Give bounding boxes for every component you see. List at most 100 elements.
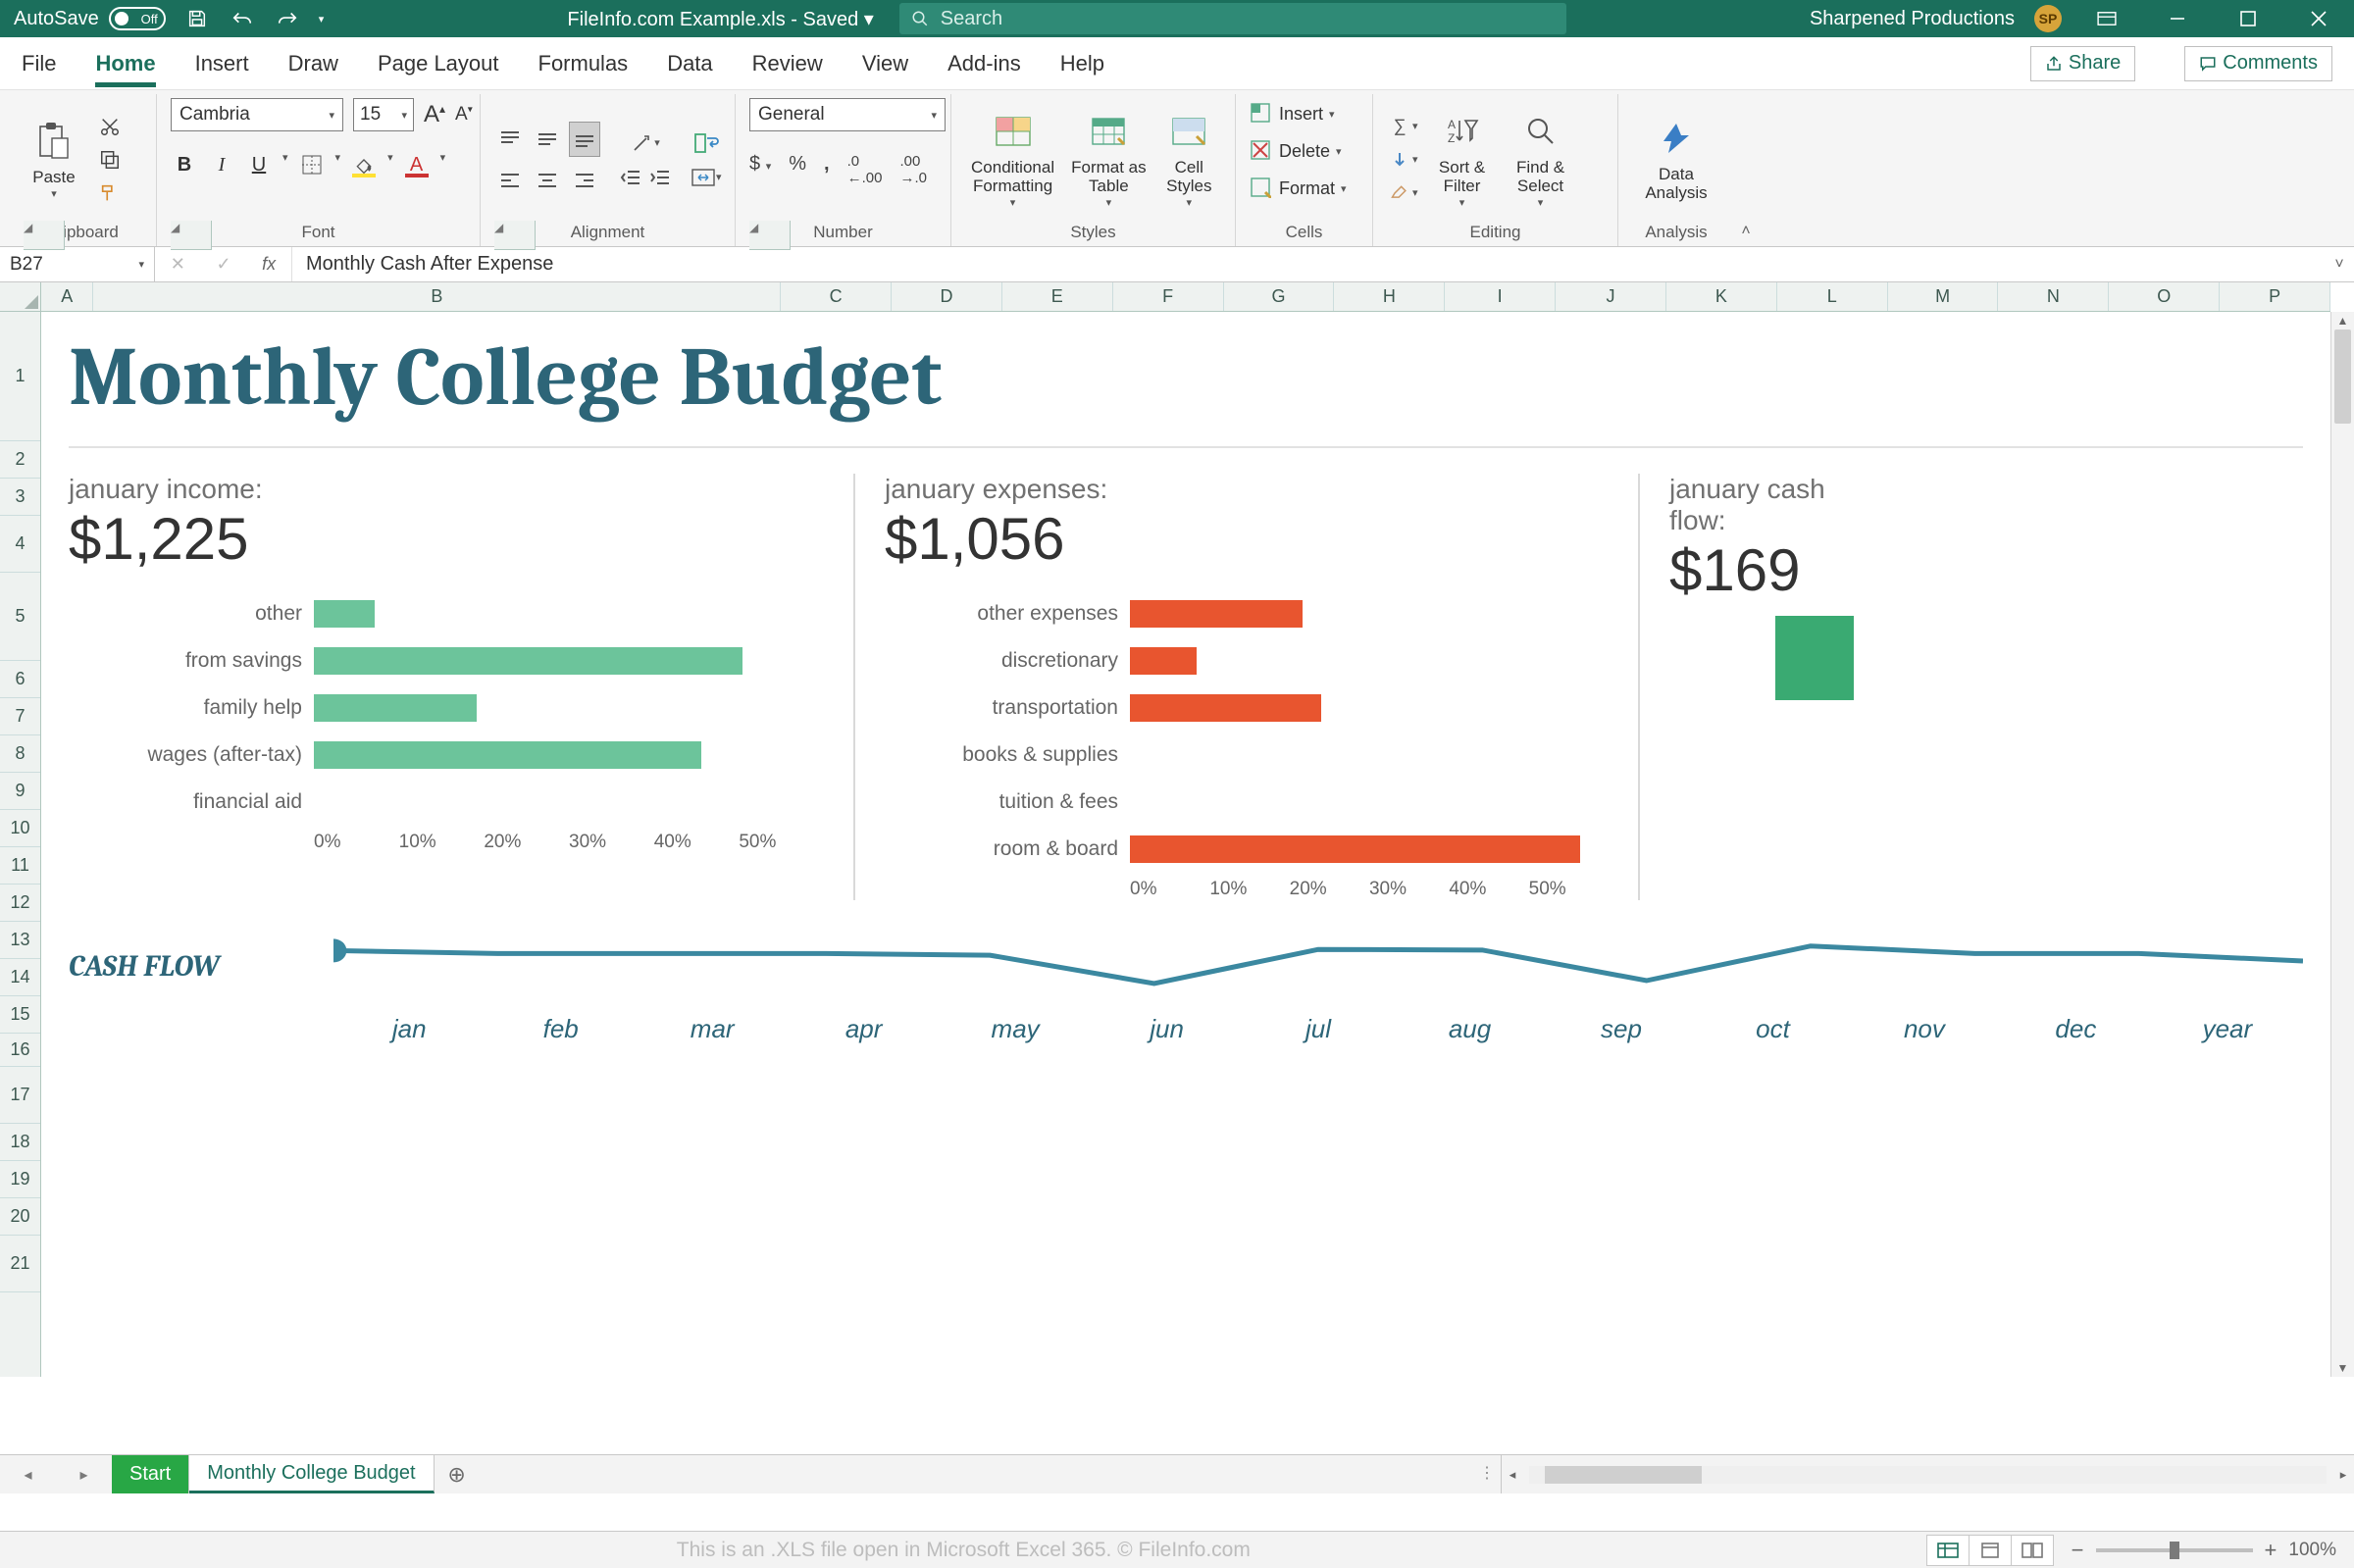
row-header-13[interactable]: 13 [0, 922, 40, 959]
row-header-11[interactable]: 11 [0, 847, 40, 885]
scroll-thumb[interactable] [2334, 329, 2351, 424]
conditional-formatting-button[interactable]: Conditional Formatting▾ [965, 107, 1060, 213]
decrease-decimal-icon[interactable]: .00→.0 [899, 153, 927, 186]
number-format-combo[interactable]: General▾ [749, 98, 946, 131]
bold-button[interactable]: B [171, 151, 198, 178]
menu-file[interactable]: File [22, 51, 56, 76]
row-header-6[interactable]: 6 [0, 661, 40, 698]
merge-center-icon[interactable]: ▾ [691, 168, 722, 187]
border-icon[interactable] [298, 151, 326, 178]
row-header-2[interactable]: 2 [0, 441, 40, 479]
menu-page-layout[interactable]: Page Layout [378, 51, 499, 76]
menu-formulas[interactable]: Formulas [538, 51, 629, 76]
col-header-B[interactable]: B [93, 282, 781, 311]
delete-cells-button[interactable]: Delete ▾ [1250, 135, 1342, 167]
insert-cells-button[interactable]: Insert ▾ [1250, 98, 1335, 129]
row-header-3[interactable]: 3 [0, 479, 40, 516]
page-layout-view-icon[interactable] [1969, 1535, 2012, 1566]
insert-function-icon[interactable]: fx [262, 254, 276, 275]
scroll-up-icon[interactable]: ▲ [2331, 312, 2354, 329]
col-header-I[interactable]: I [1445, 282, 1556, 311]
row-header-21[interactable]: 21 [0, 1236, 40, 1292]
tab-split-icon[interactable]: ⋮ [1479, 1463, 1495, 1483]
zoom-out-icon[interactable]: − [2072, 1538, 2084, 1563]
select-all-corner[interactable] [0, 282, 41, 312]
page-break-view-icon[interactable] [2011, 1535, 2054, 1566]
dialog-launcher-icon[interactable]: ◢ [494, 221, 536, 250]
align-center-icon[interactable] [532, 163, 563, 198]
menu-review[interactable]: Review [752, 51, 823, 76]
menu-data[interactable]: Data [667, 51, 712, 76]
copy-icon[interactable] [94, 146, 126, 174]
paste-button[interactable]: Paste ▾ [24, 107, 84, 213]
enter-formula-icon[interactable]: ✓ [216, 254, 230, 275]
share-button[interactable]: Share [2030, 46, 2135, 81]
cell-styles-button[interactable]: Cell Styles▾ [1157, 107, 1221, 213]
col-header-K[interactable]: K [1666, 282, 1777, 311]
new-sheet-button[interactable]: ⊕ [435, 1455, 480, 1493]
percent-icon[interactable]: % [789, 153, 806, 186]
row-header-8[interactable]: 8 [0, 735, 40, 773]
autosum-icon[interactable]: ∑ [1387, 114, 1412, 139]
redo-icon[interactable] [274, 5, 301, 32]
account-avatar[interactable]: SP [2034, 5, 2062, 32]
tab-nav-last-icon[interactable]: ▸ [79, 1465, 87, 1485]
format-as-table-button[interactable]: Format as Table▾ [1070, 107, 1147, 213]
undo-icon[interactable] [229, 5, 256, 32]
sheet-tab-start[interactable]: Start [112, 1455, 189, 1493]
sort-filter-button[interactable]: AZ Sort & Filter▾ [1428, 107, 1497, 213]
zoom-value[interactable]: 100% [2288, 1540, 2336, 1561]
formula-input[interactable]: Monthly Cash After Expense [292, 247, 2325, 281]
hscroll-right-icon[interactable]: ▸ [2332, 1467, 2354, 1483]
row-header-7[interactable]: 7 [0, 698, 40, 735]
expand-formula-bar-icon[interactable]: ˅ [2325, 247, 2354, 281]
align-bottom-icon[interactable] [569, 122, 600, 157]
row-header-1[interactable]: 1 [0, 312, 40, 441]
menu-home[interactable]: Home [95, 51, 155, 76]
orientation-icon[interactable]: ▾ [620, 132, 671, 154]
menu-view[interactable]: View [862, 51, 908, 76]
cancel-formula-icon[interactable]: ✕ [171, 254, 185, 275]
account-name[interactable]: Sharpened Productions [1810, 8, 2015, 30]
menu-help[interactable]: Help [1060, 51, 1104, 76]
row-header-14[interactable]: 14 [0, 959, 40, 996]
increase-decimal-icon[interactable]: .0←.00 [847, 153, 883, 186]
data-analysis-button[interactable]: Data Analysis [1632, 107, 1720, 213]
tab-nav-first-icon[interactable]: ◂ [24, 1465, 31, 1485]
underline-button[interactable]: U [245, 151, 273, 178]
sheet-tab-budget[interactable]: Monthly College Budget [189, 1455, 434, 1493]
row-header-18[interactable]: 18 [0, 1124, 40, 1161]
fill-icon[interactable] [1387, 147, 1412, 173]
row-header-16[interactable]: 16 [0, 1034, 40, 1067]
format-cells-button[interactable]: Format ▾ [1250, 173, 1347, 204]
find-select-button[interactable]: Find & Select▾ [1507, 107, 1575, 213]
col-header-E[interactable]: E [1002, 282, 1113, 311]
row-header-10[interactable]: 10 [0, 810, 40, 847]
close-icon[interactable] [2293, 0, 2344, 37]
ribbon-mode-icon[interactable] [2081, 0, 2132, 37]
menu-draw[interactable]: Draw [288, 51, 338, 76]
decrease-indent-icon[interactable] [620, 168, 641, 187]
align-right-icon[interactable] [569, 163, 600, 198]
cut-icon[interactable] [94, 113, 126, 140]
name-box[interactable]: B27▾ [0, 247, 155, 281]
vertical-scrollbar[interactable]: ▲ ▼ [2330, 312, 2354, 1377]
col-header-J[interactable]: J [1556, 282, 1666, 311]
col-header-A[interactable]: A [41, 282, 93, 311]
accounting-icon[interactable]: $ ▾ [749, 153, 771, 186]
dialog-launcher-icon[interactable]: ◢ [171, 221, 212, 250]
search-box[interactable]: Search [899, 3, 1566, 34]
scroll-down-icon[interactable]: ▼ [2331, 1359, 2354, 1377]
wrap-text-icon[interactable] [691, 132, 722, 154]
align-top-icon[interactable] [494, 122, 526, 157]
minimize-icon[interactable] [2152, 0, 2203, 37]
col-header-D[interactable]: D [892, 282, 1002, 311]
hscroll-left-icon[interactable]: ◂ [1502, 1467, 1523, 1483]
comma-icon[interactable]: , [824, 153, 830, 186]
col-header-H[interactable]: H [1334, 282, 1445, 311]
italic-button[interactable]: I [208, 151, 235, 178]
col-header-O[interactable]: O [2109, 282, 2220, 311]
clear-icon[interactable] [1387, 180, 1412, 206]
column-headers[interactable]: ABCDEFGHIJKLMNOP [41, 282, 2330, 312]
align-middle-icon[interactable] [532, 122, 563, 157]
